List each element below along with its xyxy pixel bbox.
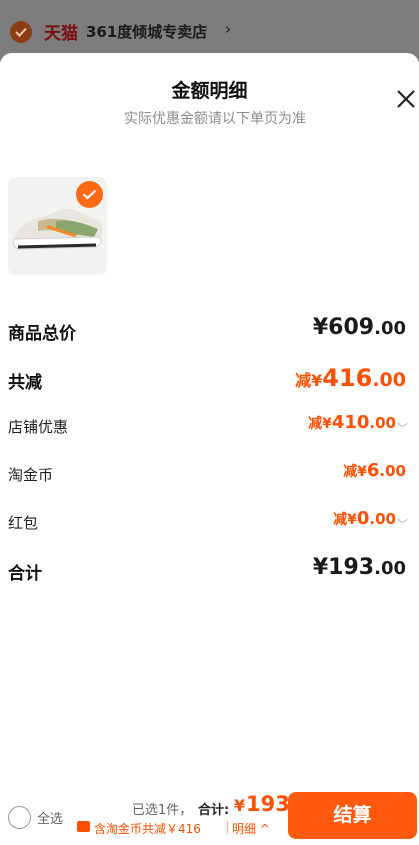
sheet-subtitle: 实际优惠金额请以下单页为准 [124, 111, 306, 127]
chevron-down-icon[interactable]: ﹀ [397, 420, 408, 436]
total-currency: ¥ [234, 796, 246, 815]
checkout-bar: 全选 已选1件， 合计: ¥ 193 含淘金币共减￥416 明细 ^ 结算 [0, 780, 419, 845]
checkout-button[interactable]: 结算 [288, 792, 417, 839]
total-amount: 193 [246, 792, 290, 816]
red-packet-label: 红包 [8, 514, 39, 532]
amount-detail-sheet: 金额明细 实际优惠金额请以下单页为准 商品总价 ¥609.00 共减 减¥416… [0, 53, 419, 845]
sum-row: 合计 ¥193.00 [8, 555, 408, 585]
total-discount-label: 共减 [8, 373, 42, 393]
red-packet-row[interactable]: 红包 减¥0.00 ﹀ [8, 508, 408, 538]
coins-row: 淘金币 减¥6.00 [8, 460, 408, 490]
sum-value: ¥193.00 [312, 555, 406, 580]
red-packet-value: 减¥0.00 [333, 508, 396, 529]
close-icon[interactable] [394, 87, 418, 111]
shop-discount-label: 店铺优惠 [8, 418, 69, 436]
coupon-icon [77, 821, 90, 832]
chevron-right-icon: › [225, 20, 231, 38]
store-name-link[interactable]: 361度倾城专卖店 [86, 21, 207, 42]
total-discount-row: 共减 减¥416.00 [8, 364, 408, 394]
divider [227, 821, 228, 834]
total-label: 合计: [198, 803, 230, 818]
goods-total-label: 商品总价 [8, 324, 76, 344]
shop-discount-row[interactable]: 店铺优惠 减¥410.00 ﹀ [8, 412, 408, 442]
tmall-logo: 天猫 [44, 24, 78, 44]
sum-label: 合计 [8, 564, 42, 584]
goods-total-row: 商品总价 ¥609.00 [8, 315, 408, 345]
coins-label: 淘金币 [8, 466, 54, 484]
select-all-label[interactable]: 全选 [37, 808, 63, 827]
shop-discount-value: 减¥410.00 [308, 412, 396, 433]
product-selected-check-icon[interactable] [76, 181, 103, 208]
discount-summary: 含淘金币共减￥416 [94, 822, 201, 836]
selected-count: 已选1件， [132, 803, 193, 818]
goods-total-value: ¥609.00 [312, 315, 406, 340]
chevron-down-icon[interactable]: ﹀ [397, 516, 408, 532]
select-all-radio[interactable] [8, 806, 31, 829]
detail-toggle-link[interactable]: 明细 ^ [232, 820, 270, 837]
total-discount-value: 减¥416.00 [295, 364, 406, 392]
sheet-title: 金额明细 [171, 80, 248, 102]
coins-value: 减¥6.00 [343, 460, 406, 481]
store-checkbox-icon[interactable] [10, 21, 32, 43]
